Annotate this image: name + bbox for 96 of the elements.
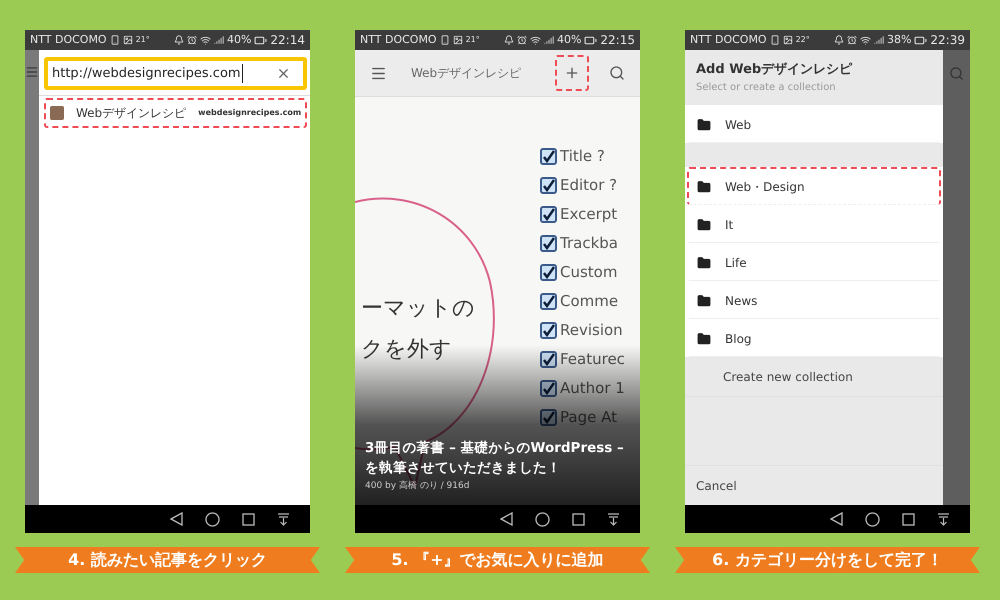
alarm-icon: [846, 35, 857, 45]
collection-name: Web・Design: [725, 178, 805, 196]
collection-item[interactable]: Life: [687, 243, 941, 281]
collection-item[interactable]: Web・Design: [687, 167, 941, 205]
alarm-icon: [516, 35, 527, 45]
temperature: 21°: [466, 34, 480, 46]
collection-item[interactable]: Blog: [687, 319, 941, 357]
article-title: 3冊目の著書 – 基礎からのWordPress – を執筆させていただきました！: [365, 439, 625, 478]
article-thumbnail[interactable]: ーマットの クを外す Title ? Editor ? Excerpt Trackba Custom Comme Revision Featurec Author 1 Page At 3冊目の著書 – 基礎からのWordPress – を執筆させていただきました！ 400 by 高橋 のり / 916d: [355, 97, 640, 505]
signal-icon: [544, 35, 554, 45]
dialog-subtitle: Select or create a collection: [696, 80, 837, 95]
menu-icon: [25, 65, 39, 79]
image-icon: [452, 35, 463, 45]
checkbox-label: Author 1: [560, 378, 625, 399]
collection-name: Web: [725, 116, 752, 134]
checkbox-label: Page At: [560, 406, 617, 428]
collection-name: News: [725, 292, 758, 310]
site-avatar: [50, 106, 64, 120]
site-title: Webデザインレシピ: [76, 105, 186, 122]
collection-item[interactable]: It: [687, 205, 941, 243]
back-icon[interactable]: [170, 512, 183, 526]
plus-icon: [564, 65, 580, 81]
folder-icon: [697, 256, 711, 270]
phone-icon: [770, 35, 780, 45]
search-icon[interactable]: [609, 65, 625, 81]
carrier-name: NTT DOCOMO: [360, 32, 437, 48]
step-caption: 6. カテゴリー分けをして完了！: [675, 547, 980, 573]
thumbnail-text: クを外す: [361, 336, 453, 364]
url-field[interactable]: http://webdesignrecipes.com: [44, 57, 308, 90]
bell-icon: [174, 35, 184, 45]
collection-item[interactable]: Web: [687, 105, 941, 143]
collection-name: Life: [725, 254, 747, 272]
suggestion-item[interactable]: Webデザインレシピ webdesignrecipes.com: [44, 98, 308, 128]
checkbox-label: Editor ?: [560, 174, 618, 196]
battery-icon: [254, 34, 268, 46]
battery-level: 40%: [226, 32, 252, 48]
pull-down-icon[interactable]: [937, 512, 950, 526]
recents-icon[interactable]: [242, 512, 255, 526]
home-icon[interactable]: [205, 512, 220, 526]
battery-icon: [914, 34, 928, 46]
site-url: webdesignrecipes.com: [198, 107, 302, 119]
pull-down-icon[interactable]: [277, 512, 290, 526]
add-button[interactable]: [555, 55, 589, 91]
home-icon[interactable]: [865, 512, 880, 526]
step-caption: 5. 『+』でお気に入りに追加: [345, 547, 650, 573]
folder-icon: [697, 180, 711, 194]
checkbox-label: Title ?: [560, 146, 605, 167]
wifi-icon: [200, 34, 211, 46]
checkbox-label: Comme: [560, 290, 618, 312]
article-meta: 400 by 高橋 のり / 916d: [365, 480, 470, 492]
bell-icon: [504, 35, 514, 45]
alarm-icon: [186, 35, 197, 45]
create-collection-button[interactable]: Create new collection: [685, 357, 943, 397]
recents-icon[interactable]: [572, 512, 585, 526]
pull-down-icon[interactable]: [607, 512, 620, 526]
back-icon[interactable]: [500, 512, 513, 526]
carrier-name: NTT DOCOMO: [690, 32, 767, 48]
battery-level: 38%: [886, 32, 912, 48]
image-icon: [122, 35, 133, 45]
clock: 22:15: [600, 32, 635, 49]
step-caption: 4. 読みたい記事をクリック: [15, 547, 320, 573]
checkbox-label: Excerpt: [560, 204, 618, 225]
temperature: 22°: [796, 34, 810, 46]
url-text: http://webdesignrecipes.com: [52, 64, 243, 84]
checkbox-label: Revision: [560, 320, 623, 341]
collection-name: It: [725, 216, 734, 234]
wifi-icon: [860, 34, 871, 46]
clock: 22:14: [270, 32, 305, 49]
carrier-name: NTT DOCOMO: [30, 32, 107, 48]
dialog-title: Add Webデザインレシピ: [696, 61, 854, 80]
search-icon: [949, 66, 964, 81]
folder-icon: [697, 332, 711, 346]
checkbox-label: Featurec: [560, 348, 625, 370]
battery-icon: [584, 34, 598, 46]
phone-icon: [110, 35, 120, 45]
folder-icon: [697, 118, 711, 132]
signal-icon: [214, 35, 224, 45]
home-icon[interactable]: [535, 512, 550, 526]
folder-icon: [697, 294, 711, 308]
collection-item[interactable]: News: [687, 281, 941, 319]
checkbox-label: Custom: [560, 262, 618, 283]
signal-icon: [874, 35, 884, 45]
checkbox-label: Trackba: [560, 232, 618, 254]
app-title: Webデザインレシピ: [411, 65, 522, 82]
collection-name: Blog: [725, 330, 752, 348]
phone-icon: [440, 35, 450, 45]
back-icon[interactable]: [830, 512, 843, 526]
image-icon: [782, 35, 793, 45]
thumbnail-text: ーマットの: [361, 295, 475, 323]
clock: 22:39: [930, 32, 965, 49]
temperature: 21°: [136, 34, 150, 46]
battery-level: 40%: [556, 32, 582, 48]
folder-icon: [697, 218, 711, 232]
bell-icon: [834, 35, 844, 45]
recents-icon[interactable]: [902, 512, 915, 526]
wifi-icon: [530, 34, 541, 46]
